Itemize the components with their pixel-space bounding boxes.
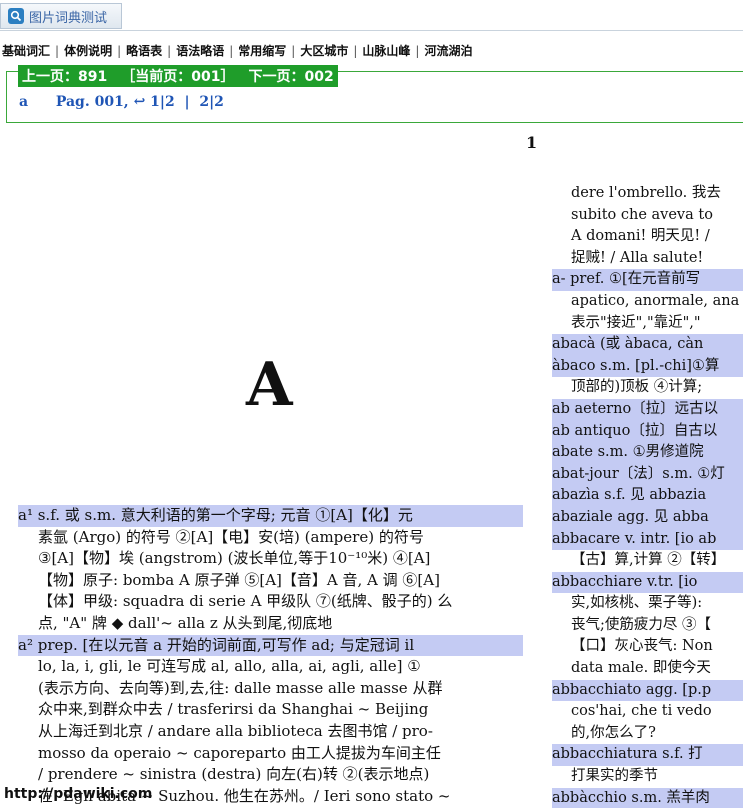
text-line: abate s.m. ①男修道院 [552, 442, 743, 464]
right-column: dere l'ombrello. 我去 subito che aveva to … [552, 183, 743, 808]
nav-link-regions-cities[interactable]: 大区城市 [300, 42, 348, 59]
entry-word[interactable]: a [19, 94, 28, 110]
nav-separator: | [415, 43, 420, 58]
left-column: a¹ s.f. 或 s.m. 意大利语的第一个字母; 元音 ①[A]【化】元 素… [18, 505, 523, 807]
nav-link-basic-vocabulary[interactable]: 基础词汇 [2, 42, 50, 59]
text-line: 【古】算,计算 ②【转】 [571, 552, 726, 569]
text-line: 【物】原子: bomba A 原子弹 ⑤[A]【音】A 音, A 调 ⑥[A] [38, 570, 440, 589]
text-line: 打果实的季节 [571, 768, 658, 785]
entry-line: a Pag. 001, ↩ 1|2 | 2|2 [19, 94, 224, 110]
title-divider [0, 30, 743, 31]
text-line: abbacchiare v.tr. [io [552, 571, 743, 594]
text-line: 实,如核桃、栗子等): [571, 595, 703, 612]
text-line: dere l'ombrello. 我去 [571, 185, 721, 201]
text-line: A domani! 明天见! / [571, 228, 710, 245]
text-line: data male. 即使今天 [571, 660, 711, 677]
text-line: / prendere ~ sinistra (destra) 向左(右)转 ②(… [38, 765, 430, 784]
text-line: 的,你怎么了? [571, 724, 656, 741]
nav-link-mountains[interactable]: 山脉山峰 [362, 42, 410, 59]
text-line: 捉贼! / Alla salute! [571, 249, 704, 266]
nav-link-grammar-abbreviations[interactable]: 语法略语 [176, 42, 224, 59]
section-letter: A [246, 350, 293, 420]
text-line: abaziale agg. 见 abba [552, 506, 743, 529]
text-line: 众中来,到群众中去 / trasferirsi da Shanghai ~ Be… [38, 700, 429, 719]
undo-arrow-icon[interactable]: ↩ [134, 94, 146, 110]
text-line: 点, "A" 牌 ◆ dall'~ alla z 从头到尾,彻底地 [38, 613, 333, 632]
app-icon [8, 8, 24, 24]
text-line: apatico, anormale, ana [571, 292, 740, 309]
part-link-1[interactable]: 1|2 [150, 94, 175, 110]
nav-separator: | [353, 43, 358, 58]
window-title: 图片词典测试 [29, 10, 108, 26]
window-title-tab[interactable]: 图片词典测试 [0, 3, 122, 29]
text-line: abbàcchio s.m. 羔羊肉 [552, 787, 743, 808]
nav-separator: | [55, 43, 60, 58]
text-line: lo, la, i, gli, le 可连写成 al, allo, alla, … [38, 657, 421, 676]
text-line: a- pref. ①[在元音前写 [552, 269, 743, 291]
prev-page-link[interactable]: 上一页：891 [22, 66, 107, 86]
text-line: abazìa s.f. 见 abbazia [552, 485, 743, 507]
text-line: 从上海迁到北京 / andare alla biblioteca 去图书馆 / … [38, 721, 433, 740]
text-line: 素氩 (Argo) 的符号 ②[A]【电】安(培) (ampere) 的符号 [38, 527, 424, 546]
page-reference[interactable]: Pag. 001, [56, 94, 129, 110]
text-line: mosso da operaio ~ caporeparto 由工人提拔为车间主… [38, 743, 441, 762]
text-line: subito che aveva to [571, 206, 713, 223]
text-line: 顶部的)顶板 ④计算; [571, 379, 703, 396]
text-line: a¹ s.f. 或 s.m. 意大利语的第一个字母; 元音 ①[A]【化】元 [18, 505, 523, 527]
next-page-link[interactable]: 下一页：002 [248, 66, 333, 86]
nav-links: 基础词汇 | 体例说明 | 略语表 | 语法略语 | 常用缩写 | 大区城市 |… [2, 42, 472, 59]
entry-divider: | [184, 94, 190, 110]
nav-link-rivers-lakes[interactable]: 河流湖泊 [424, 42, 472, 59]
text-line: àbaco s.m. [pl.-chi]①算 [552, 355, 743, 378]
watermark: http://pdawiki.com [4, 786, 153, 802]
nav-separator: | [167, 43, 172, 58]
nav-separator: | [291, 43, 296, 58]
text-line: abat-jour〔法〕s.m. ①灯 [552, 463, 743, 486]
page-number: 1 [526, 133, 538, 152]
nav-link-common-abbreviations[interactable]: 常用缩写 [238, 42, 286, 59]
text-line: ③[A]【物】埃 (angstrom) (波长单位,等于10⁻¹⁰米) ④[A] [38, 549, 431, 568]
text-line: 【口】灰心丧气: Non [571, 638, 713, 655]
text-line: 丧气;使筋疲力尽 ③【 [571, 616, 711, 633]
text-line: abbacchiato agg. [p.p [552, 679, 743, 702]
nav-separator: | [229, 43, 234, 58]
nav-link-abbreviation-table[interactable]: 略语表 [126, 42, 162, 59]
text-line: a² prep. [在以元音 a 开始的词前面,可写作 ad; 与定冠词 il [18, 634, 523, 657]
text-line: cos'hai, che ti vedo [571, 703, 712, 720]
text-line: abacà (或 àbaca, càn [552, 334, 743, 356]
text-line: ab aeterno〔拉〕远古以 [552, 398, 743, 421]
dictionary-page-image: 1 A a¹ s.f. 或 s.m. 意大利语的第一个字母; 元音 ①[A]【化… [0, 125, 743, 808]
text-line: abbacare v. intr. [io ab [552, 528, 743, 551]
text-line: abbacchiatura s.f. 打 [552, 744, 743, 767]
nav-link-conventions[interactable]: 体例说明 [64, 42, 112, 59]
part-link-2[interactable]: 2|2 [199, 94, 224, 110]
pager-bar: 上一页：891 ［当前页：001］ 下一页：002 [18, 65, 338, 87]
text-line: ab antiquo〔拉〕自古以 [552, 420, 743, 443]
text-line: (表示方向、去向等)到,去,往: dalle masse alle masse … [38, 678, 443, 697]
text-line: 表示"接近","靠近"," [571, 314, 701, 331]
current-page-label: ［当前页：001］ [121, 69, 235, 85]
text-line: 【体】甲级: squadra di serie A 甲级队 ⑦(纸牌、骰子的) … [38, 592, 453, 611]
nav-separator: | [117, 43, 122, 58]
